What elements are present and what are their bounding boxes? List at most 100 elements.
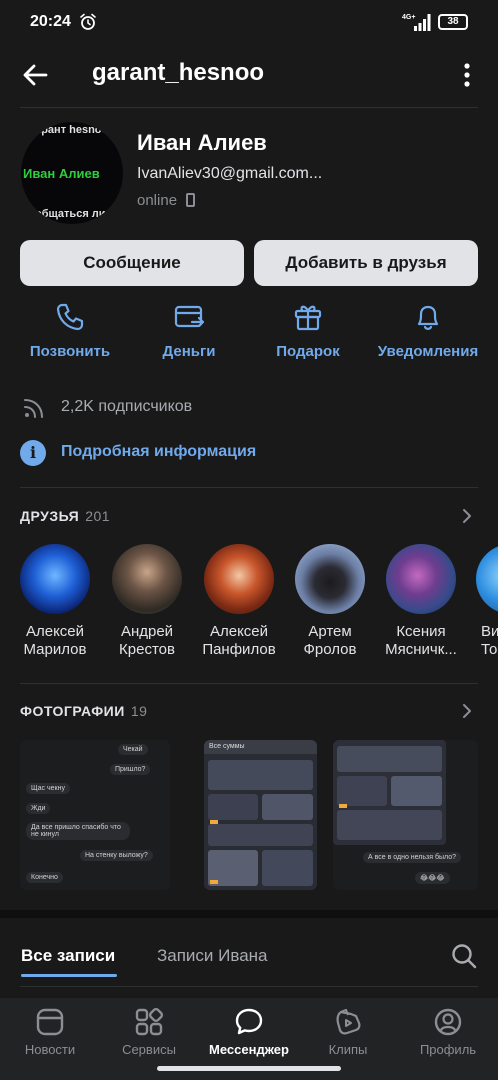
chat-bubble: Да все пришло спасибо что не кинул bbox=[26, 822, 130, 840]
more-vertical-icon[interactable] bbox=[454, 60, 480, 90]
profile-name: Иван Алиев bbox=[137, 130, 267, 155]
friend-name: Андрей Крестов bbox=[119, 623, 175, 658]
chat-bubble: Пришло? bbox=[110, 764, 151, 775]
friend-item[interactable]: ВиТоп bbox=[468, 544, 498, 659]
friend-avatar bbox=[386, 544, 456, 614]
photo-header-text: Все суммы bbox=[204, 740, 317, 754]
section-divider bbox=[20, 487, 478, 488]
nav-services[interactable]: Сервисы bbox=[99, 1006, 199, 1057]
tab-all-posts[interactable]: Все записи bbox=[21, 946, 115, 966]
section-divider bbox=[20, 683, 478, 684]
friends-section-title[interactable]: ДРУЗЬЯ 201 bbox=[20, 508, 110, 524]
subscribers-count[interactable]: 2,2K подписчиков bbox=[61, 398, 192, 416]
status-bar: 20:24 4G+ 38 bbox=[0, 0, 498, 44]
info-icon: i bbox=[20, 440, 46, 466]
page-title: garant_hesnoo bbox=[92, 59, 265, 86]
nav-clips[interactable]: Клипы bbox=[298, 1006, 398, 1057]
money-label: Деньги bbox=[162, 343, 216, 360]
chat-bubble: Конечно bbox=[26, 872, 63, 883]
message-button[interactable]: Сообщение bbox=[20, 240, 244, 286]
nav-news[interactable]: Новости bbox=[0, 1006, 100, 1057]
chat-bubble: 😂😂😂 bbox=[415, 872, 450, 884]
clips-icon bbox=[336, 1008, 361, 1035]
online-status: online bbox=[137, 192, 178, 209]
call-label: Позвонить bbox=[29, 343, 111, 360]
chevron-right-icon[interactable] bbox=[458, 702, 476, 720]
money-transfer-icon bbox=[174, 305, 205, 328]
details-link[interactable]: Подробная информация bbox=[61, 443, 256, 461]
phone-icon bbox=[56, 303, 84, 331]
news-icon bbox=[36, 1008, 64, 1036]
friend-item[interactable]: Алексей Марилов bbox=[10, 544, 100, 659]
nav-news-label: Новости bbox=[24, 1042, 76, 1057]
chat-bubble: А все в одно нельзя было? bbox=[363, 852, 461, 863]
friend-item[interactable]: Андрей Крестов bbox=[102, 544, 192, 659]
status-time: 20:24 bbox=[30, 13, 71, 30]
friend-avatar bbox=[476, 544, 498, 614]
friend-item[interactable]: Алексей Панфилов bbox=[194, 544, 284, 659]
notifications-label: Уведомления bbox=[377, 343, 479, 360]
chat-bubble: На стенку выложу? bbox=[80, 850, 153, 861]
network-type: 4G+ bbox=[402, 14, 415, 21]
gift-icon bbox=[294, 305, 322, 331]
photo-thumbnail[interactable]: Чекай Пришло? Щас чекну Жди Да все пришл… bbox=[20, 740, 170, 890]
add-friend-button[interactable]: Добавить в друзья bbox=[254, 240, 478, 286]
gift-action[interactable]: Подарок bbox=[253, 300, 363, 360]
friend-name: Алексей Марилов bbox=[23, 623, 87, 658]
posts-tabs: Все записи Записи Ивана bbox=[0, 910, 498, 1000]
photos-section-title[interactable]: ФОТОГРАФИИ 19 bbox=[20, 703, 147, 719]
avatar[interactable]: Гарант hesnoo Иван Алиев общаться ли bbox=[21, 122, 123, 224]
profile-icon bbox=[434, 1008, 462, 1036]
nav-messenger-label: Мессенджер bbox=[209, 1042, 289, 1057]
services-icon bbox=[135, 1007, 164, 1036]
signal-icon: 4G+ bbox=[402, 14, 431, 31]
avatar-text-top: Гарант hesnoo bbox=[29, 124, 109, 136]
nav-services-label: Сервисы bbox=[122, 1042, 176, 1057]
active-tab-indicator bbox=[21, 974, 117, 977]
header: garant_hesnoo bbox=[0, 44, 498, 106]
friend-avatar bbox=[20, 544, 90, 614]
gift-label: Подарок bbox=[276, 343, 340, 360]
friends-count: 201 bbox=[85, 508, 111, 524]
profile-status[interactable]: IvanAliev30@gmail.com... bbox=[137, 165, 322, 183]
avatar-text-middle: Иван Алиев bbox=[23, 166, 100, 181]
friend-name: Алексей Панфилов bbox=[202, 623, 276, 658]
friend-item[interactable]: Ксения Мясничк... bbox=[376, 544, 466, 659]
nav-clips-label: Клипы bbox=[328, 1042, 368, 1057]
money-action[interactable]: Деньги bbox=[134, 300, 244, 360]
photo-thumbnail[interactable]: Все суммы bbox=[204, 740, 317, 890]
avatar-text-bottom: общаться ли bbox=[35, 208, 106, 220]
photos-title: ФОТОГРАФИИ bbox=[20, 703, 125, 719]
tab-ivan-posts[interactable]: Записи Ивана bbox=[157, 946, 268, 966]
back-arrow-icon[interactable] bbox=[18, 58, 52, 92]
nav-profile-label: Профиль bbox=[419, 1042, 477, 1057]
friend-avatar bbox=[112, 544, 182, 614]
alarm-icon bbox=[80, 13, 96, 30]
messenger-icon bbox=[235, 1008, 263, 1035]
friend-name: ВиТоп bbox=[481, 623, 498, 658]
photo-thumbnail[interactable]: А все в одно нельзя было? 😂😂😂 bbox=[333, 740, 478, 890]
rss-icon bbox=[24, 399, 43, 418]
photos-count: 19 bbox=[130, 703, 148, 719]
friend-item[interactable]: Артем Фролов bbox=[285, 544, 375, 659]
notifications-action[interactable]: Уведомления bbox=[373, 300, 483, 360]
friend-name: Артем Фролов bbox=[303, 623, 357, 658]
bell-icon bbox=[417, 305, 439, 330]
chat-bubble: Чекай bbox=[118, 744, 148, 755]
friend-avatar bbox=[204, 544, 274, 614]
home-indicator[interactable] bbox=[157, 1066, 341, 1071]
nav-messenger[interactable]: Мессенджер bbox=[199, 1006, 299, 1057]
chat-bubble: Жди bbox=[26, 803, 51, 814]
header-divider bbox=[20, 107, 478, 108]
chat-bubble: Щас чекну bbox=[26, 783, 70, 794]
friend-name: Ксения Мясничк... bbox=[385, 623, 457, 658]
tabs-divider bbox=[20, 986, 478, 987]
battery-icon: 38 bbox=[438, 14, 468, 30]
call-action[interactable]: Позвонить bbox=[15, 300, 125, 360]
search-icon[interactable] bbox=[450, 942, 478, 970]
mobile-phone-icon bbox=[186, 193, 195, 207]
nav-profile[interactable]: Профиль bbox=[398, 1006, 498, 1057]
friend-avatar bbox=[295, 544, 365, 614]
chevron-right-icon[interactable] bbox=[458, 507, 476, 525]
friends-title: ДРУЗЬЯ bbox=[20, 508, 80, 524]
